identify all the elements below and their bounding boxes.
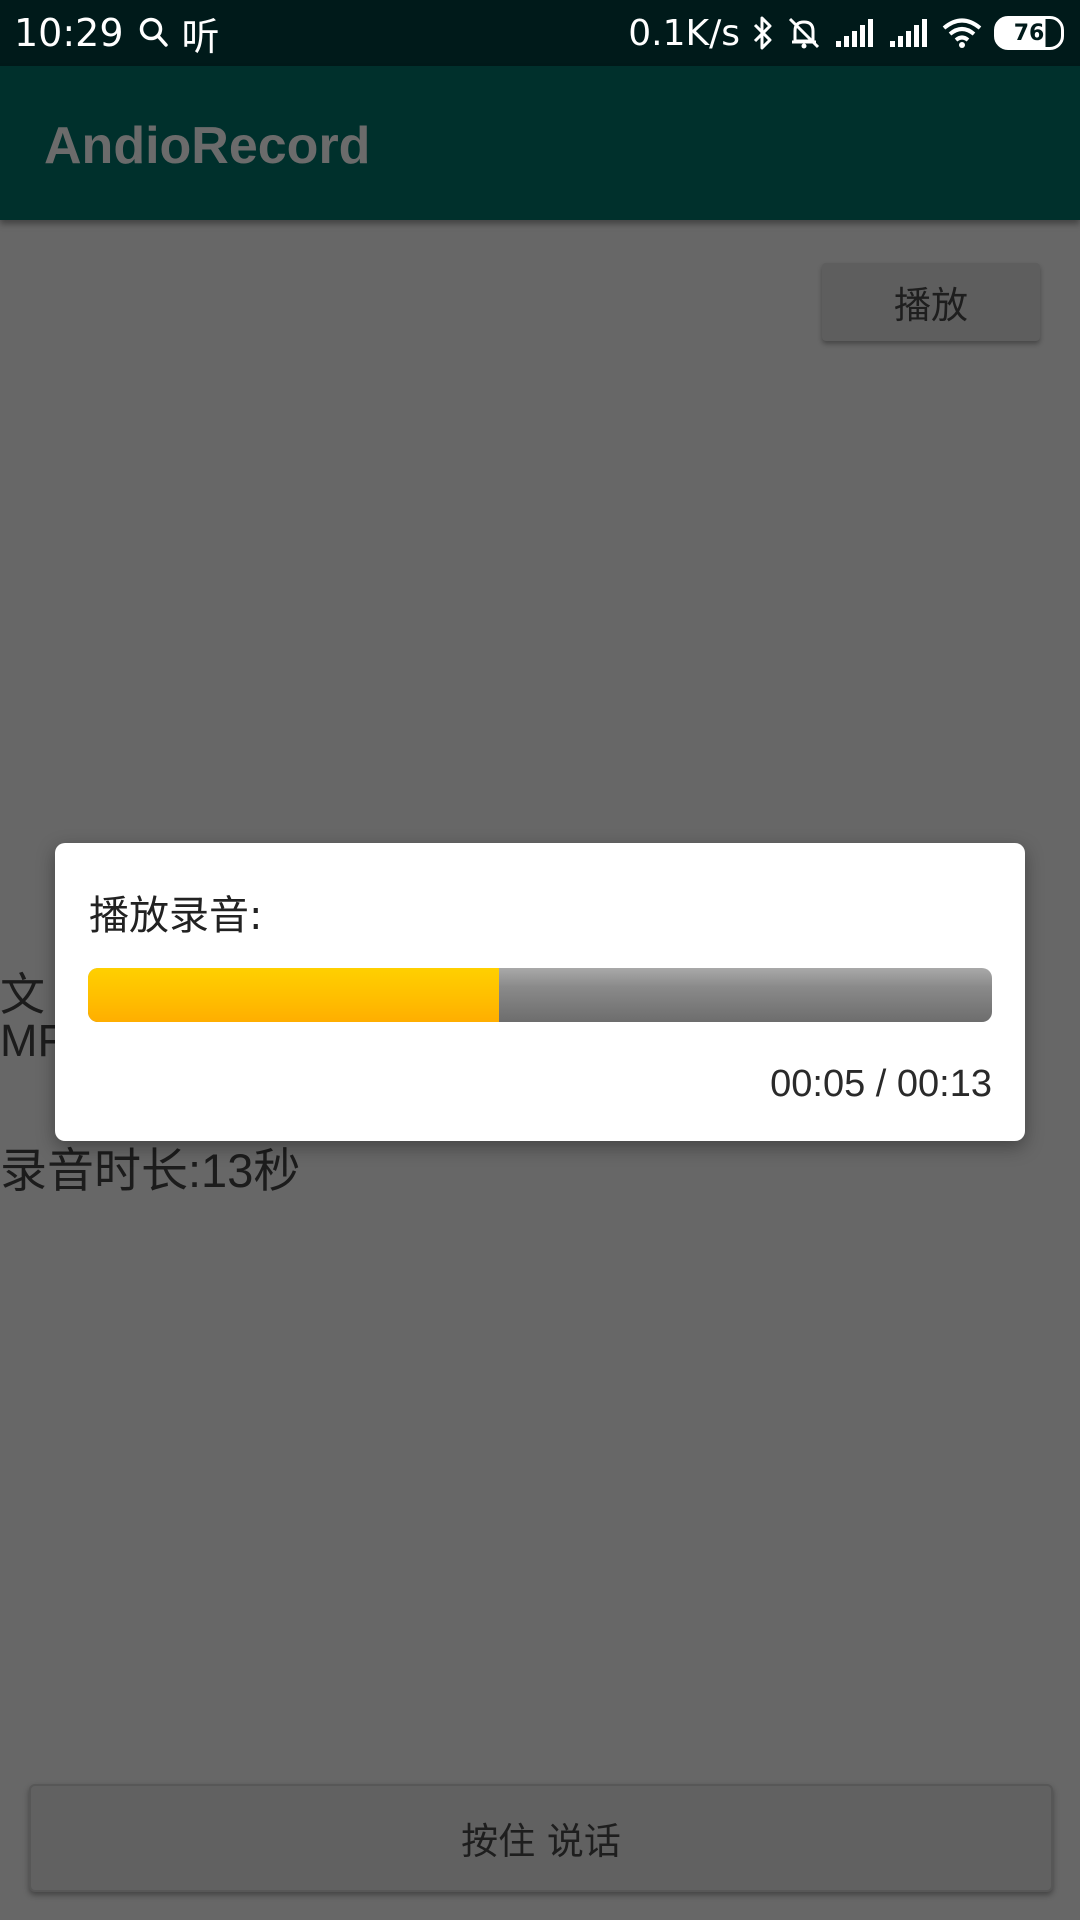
playback-dialog: 播放录音: 00:05 / 00:13 (55, 843, 1025, 1141)
app-title: AndioRecord (44, 117, 371, 175)
signal-icon (888, 17, 930, 49)
bluetooth-icon (752, 15, 774, 51)
dialog-title: 播放录音: (89, 893, 263, 939)
search-icon (138, 16, 168, 50)
file-info-line-1: 文 (0, 969, 46, 1020)
app-bar: AndioRecord (0, 66, 1080, 220)
signal-icon (834, 17, 876, 49)
playback-time: 00:05 / 00:13 (770, 1063, 992, 1105)
recording-duration: 录音时长:13秒 (0, 1144, 301, 1197)
status-bar-right: 0.1K/s 76 (628, 0, 1064, 66)
status-bar: 10:29 听 0.1K/s 76 (0, 0, 1080, 66)
listen-app-icon: 听 (181, 14, 220, 59)
playback-progress-fill (88, 968, 499, 1022)
battery-icon: 76 (994, 16, 1064, 50)
network-speed: 0.1K/s (628, 12, 740, 54)
mute-bell-icon (786, 15, 822, 51)
status-bar-left: 10:29 听 (14, 0, 220, 66)
play-button[interactable]: 播放 (822, 263, 1040, 341)
battery-level: 76 (1013, 20, 1045, 46)
playback-progress-bar[interactable] (88, 968, 992, 1022)
clock: 10:29 (14, 11, 124, 55)
hold-to-talk-button[interactable]: 按住 说话 (29, 1784, 1053, 1892)
wifi-icon (942, 17, 982, 49)
